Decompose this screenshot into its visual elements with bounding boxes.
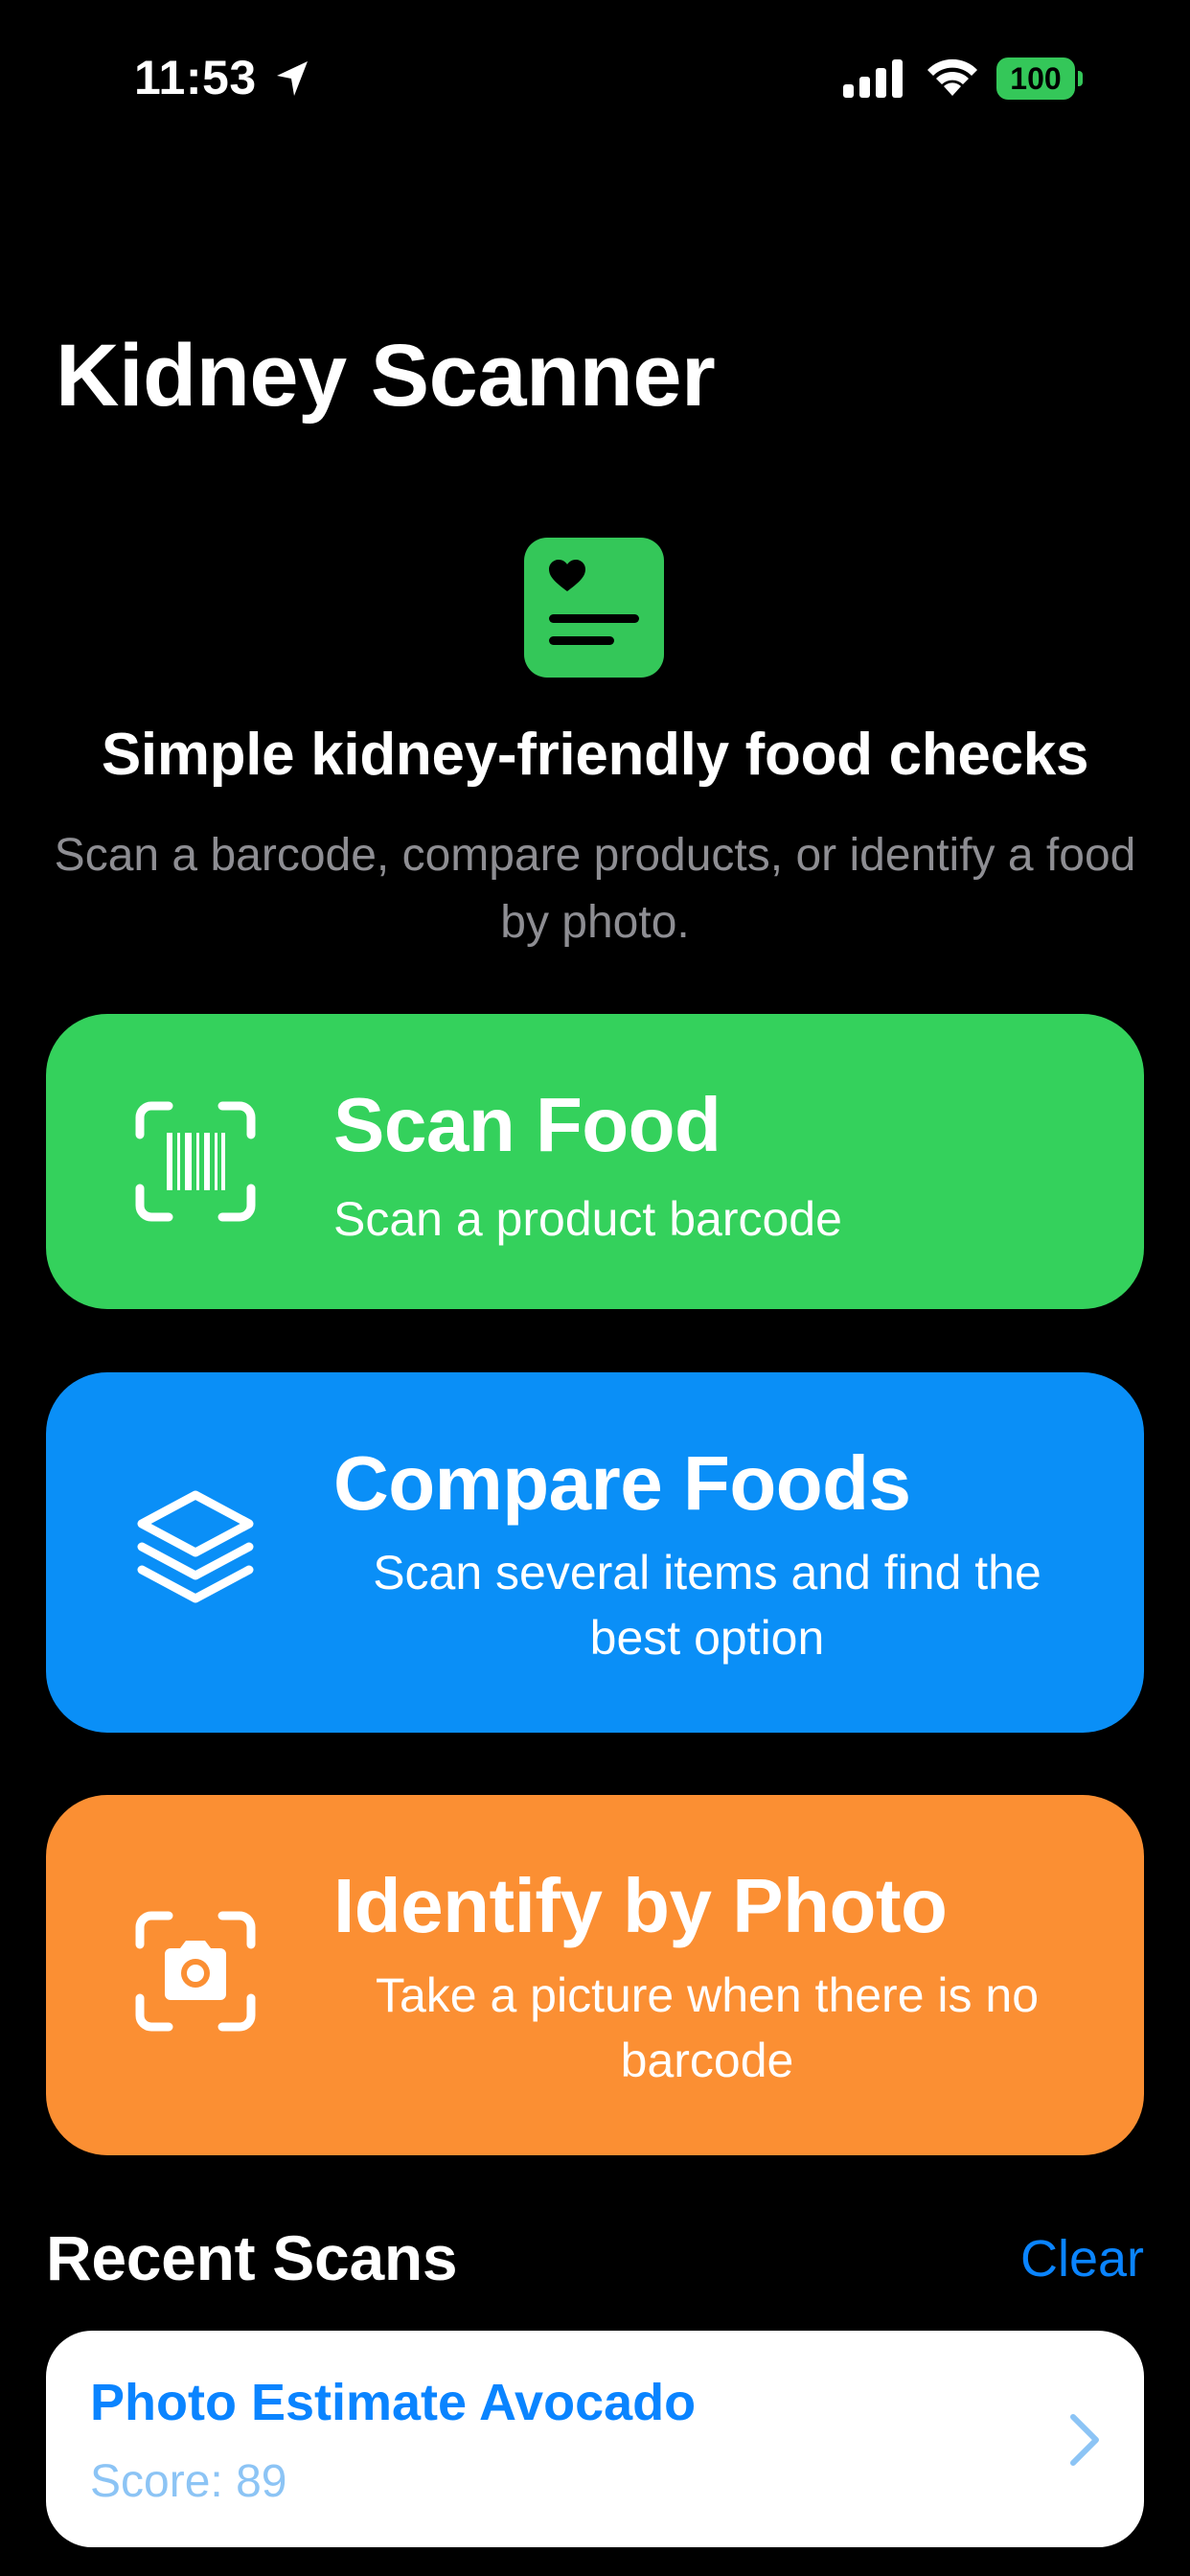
stack-layers-icon [137, 1490, 254, 1603]
chevron-right-icon [1070, 2414, 1099, 2466]
recent-scans-heading: Recent Scans [46, 2222, 458, 2293]
compare-foods-button[interactable]: Compare Foods Scan several items and fin… [46, 1372, 1144, 1733]
battery-level: 100 [996, 58, 1075, 100]
scan-food-title: Scan Food [333, 1082, 721, 1167]
barcode-scan-icon [135, 1101, 256, 1222]
clear-button[interactable]: Clear [1020, 2229, 1144, 2288]
status-time: 11:53 [134, 51, 257, 104]
identify-by-photo-button[interactable]: Identify by Photo Take a picture when th… [46, 1795, 1144, 2155]
heart-document-icon [524, 538, 664, 678]
scan-food-button[interactable]: Scan Food Scan a product barcode [46, 1014, 1144, 1309]
battery-nub [1078, 71, 1083, 86]
status-bar: 11:53 100 [0, 0, 1190, 153]
identify-by-photo-subtitle: Take a picture when there is no barcode [375, 1968, 1040, 2087]
compare-foods-subtitle: Scan several items and find the best opt… [373, 1546, 1041, 1665]
location-arrow-icon [277, 61, 308, 96]
recent-item-score: Score: 89 [90, 2456, 287, 2507]
battery-icon: 100 [996, 58, 1083, 100]
identify-by-photo-title: Identify by Photo [333, 1863, 948, 1948]
scan-food-subtitle: Scan a product barcode [333, 1192, 842, 1246]
hero-headline: Simple kidney-friendly food checks [101, 722, 1089, 788]
list-item[interactable]: Photo Estimate Avocado Score: 89 [46, 2331, 1144, 2547]
wifi-icon [927, 58, 977, 96]
recent-item-name: Photo Estimate Avocado [90, 2374, 697, 2431]
camera-scan-icon [135, 1911, 256, 2032]
compare-foods-title: Compare Foods [333, 1440, 911, 1526]
page-title: Kidney Scanner [56, 327, 716, 425]
cellular-signal-icon [843, 59, 903, 98]
hero-subhead: Scan a barcode, compare products, or ide… [54, 830, 1136, 948]
